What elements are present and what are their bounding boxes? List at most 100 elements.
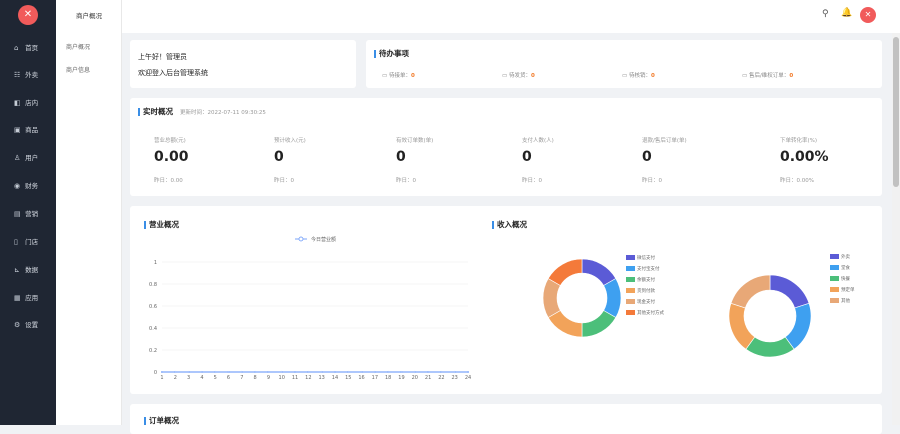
sidebar-item-goods[interactable]: ▣ 商品: [0, 122, 56, 138]
sidebar-item-takeout[interactable]: ☷ 外卖: [0, 67, 56, 83]
search-icon[interactable]: ⚲: [822, 9, 829, 19]
data-point: [413, 370, 416, 374]
sidebar-item-label: 商品: [25, 126, 39, 134]
bell-icon[interactable]: 🔔: [841, 8, 852, 18]
data-point: [320, 370, 323, 374]
data-point: [174, 370, 177, 374]
scrollbar[interactable]: [892, 33, 900, 425]
x-tick-label: 14: [332, 375, 338, 381]
y-tick-label: 0: [154, 370, 157, 376]
order-type-donut-chart: [728, 274, 812, 358]
metric-compare: 昨日：0.00: [154, 178, 183, 184]
donut-slice: [581, 310, 617, 338]
scrollbar-thumb[interactable]: [893, 37, 899, 187]
legend-label: 堂食: [841, 266, 850, 271]
data-point: [466, 370, 470, 374]
sidebar-item-home[interactable]: ⌂ 首页: [0, 40, 56, 56]
legend-label: 货到付款: [637, 289, 655, 294]
data-point: [267, 370, 270, 374]
x-tick-label: 2: [174, 375, 177, 381]
store-icon: ◧: [14, 99, 21, 107]
y-tick-label: 1: [154, 260, 157, 266]
legend-item[interactable]: 其他支付方式: [626, 310, 664, 316]
x-tick-label: 21: [425, 375, 431, 381]
x-tick-label: 10: [279, 375, 285, 381]
realtime-card: 实时概况 更新时间：2022-07-11 09:30:25 营业总额(元) 0.…: [130, 98, 882, 196]
x-tick-label: 3: [187, 375, 190, 381]
metric-value: 0: [396, 149, 406, 165]
x-tick-label: 5: [214, 375, 217, 381]
data-point: [200, 370, 203, 374]
x-tick-label: 20: [412, 375, 418, 381]
metric-value: 0.00: [154, 149, 189, 165]
legend-item[interactable]: 预定单: [830, 287, 855, 293]
sidebar-item-marketing[interactable]: ▤ 营销: [0, 206, 56, 222]
legend-item[interactable]: 现金支付: [626, 299, 655, 305]
metric-value: 0: [522, 149, 532, 165]
data-point: [227, 370, 230, 374]
sidebar-item-settings[interactable]: ⚙ 设置: [0, 317, 56, 333]
metric-label: 下单转化率(%): [780, 138, 818, 144]
realtime-title: 实时概况: [138, 108, 173, 116]
x-tick-label: 12: [305, 375, 311, 381]
todo-item-pending-accept[interactable]: ▭ 待接单：0: [382, 71, 415, 79]
todo-item-pending-ship[interactable]: ▭ 待发货：0: [502, 71, 535, 79]
sidebar-item-label: 营销: [25, 210, 39, 218]
legend-item[interactable]: 货到付款: [626, 288, 655, 294]
data-point: [400, 370, 403, 374]
legend-item[interactable]: 快餐: [830, 276, 850, 282]
legend-label: 微信支付: [637, 256, 655, 261]
sub-navigation: 商户概况 商户概况 商户信息: [56, 0, 122, 425]
sidebar: ✕ ⌂ 首页 ☷ 外卖 ◧ 店内 ▣ 商品 ♙ 用户 ◉ 财务 ▤ 营销 ▯ 门…: [0, 0, 56, 425]
update-time: 更新时间：2022-07-11 09:30:25: [180, 110, 266, 116]
sidebar-item-apps[interactable]: ▦ 应用: [0, 290, 56, 306]
legend-swatch: [626, 299, 635, 304]
x-tick-label: 11: [292, 375, 298, 381]
x-tick-label: 13: [318, 375, 324, 381]
sidebar-item-shop[interactable]: ▯ 门店: [0, 234, 56, 250]
legend-item[interactable]: 其他: [830, 298, 850, 304]
chart-icon: ⊾: [14, 266, 20, 274]
metric-compare: 昨日：0: [274, 178, 294, 184]
sidebar-item-data[interactable]: ⊾ 数据: [0, 262, 56, 278]
todo-item-after-sale[interactable]: ▭ 售后/维权订单：0: [742, 71, 793, 79]
x-tick-label: 24: [465, 375, 471, 381]
business-title: 营业概况: [144, 221, 179, 229]
data-point: [160, 370, 164, 374]
x-tick-label: 7: [240, 375, 243, 381]
legend-swatch: [830, 265, 839, 270]
x-tick-label: 15: [345, 375, 351, 381]
y-tick-label: 0.8: [149, 282, 157, 288]
legend-item[interactable]: 堂食: [830, 265, 850, 271]
data-point: [187, 370, 190, 374]
sidebar-item-store[interactable]: ◧ 店内: [0, 95, 56, 111]
subnav-item-info[interactable]: 商户信息: [66, 65, 90, 74]
business-line-chart: 00.20.40.60.811 2 3 4 5 6 7 8 9 10 11 12 13 14 15 16 17 1…: [149, 236, 471, 381]
takeout-icon: ☷: [14, 71, 21, 79]
legend-label: 支付宝支付: [637, 267, 660, 272]
x-tick-label: 19: [398, 375, 404, 381]
donut-slice: [547, 258, 583, 286]
legend-item[interactable]: 外卖: [830, 254, 850, 260]
sidebar-item-user[interactable]: ♙ 用户: [0, 150, 56, 166]
todo-title: 待办事项: [374, 50, 409, 58]
metric-label: 有效订单数(单): [396, 138, 434, 144]
welcome-message: 欢迎登入后台管理系统: [138, 69, 208, 77]
legend-label: 快餐: [841, 277, 850, 282]
donut-slice: [728, 302, 756, 350]
subnav-item-overview[interactable]: 商户概况: [66, 42, 90, 51]
sidebar-item-finance[interactable]: ◉ 财务: [0, 178, 56, 194]
donut-slice: [603, 278, 622, 318]
sidebar-item-label: 应用: [25, 294, 39, 302]
sidebar-item-label: 外卖: [25, 71, 39, 79]
fork-knife-icon[interactable]: ✕: [18, 5, 38, 25]
sidebar-item-label: 用户: [25, 154, 39, 162]
legend-item[interactable]: 支付宝支付: [626, 266, 660, 272]
legend-item[interactable]: 微信支付: [626, 255, 655, 261]
metric-compare: 昨日：0: [522, 178, 542, 184]
todo-item-pending-verify[interactable]: ▭ 待核销：0: [622, 71, 655, 79]
avatar[interactable]: ✕: [860, 7, 876, 23]
sidebar-item-label: 店内: [25, 99, 39, 107]
legend-item[interactable]: 余额支付: [626, 277, 655, 283]
legend-label: 现金支付: [637, 300, 655, 305]
